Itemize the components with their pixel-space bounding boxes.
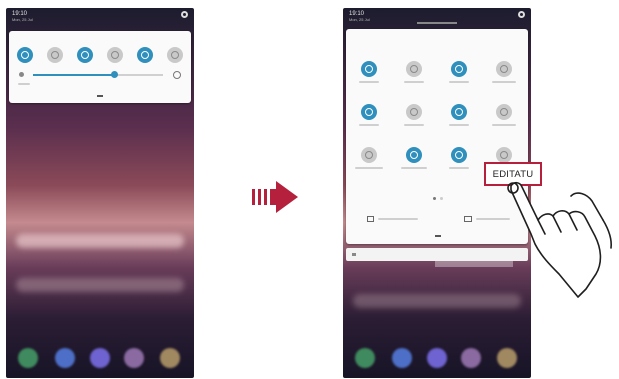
tile-caption — [401, 167, 427, 169]
control-caption — [378, 218, 418, 220]
status-date: Mon, 25 Jul — [12, 17, 33, 22]
phone-screen-before: 19:10 Mon, 25 Jul — [6, 8, 194, 378]
quick-setting-wifi[interactable] — [17, 47, 33, 63]
wallpaper-highlight — [16, 278, 184, 292]
tile-caption — [492, 81, 516, 83]
status-bar: 19:10 Mon, 25 Jul — [6, 8, 194, 24]
brightness-icon — [19, 72, 24, 77]
quick-setting-nfc[interactable] — [496, 104, 512, 120]
brightness-caption — [18, 83, 30, 85]
quick-setting-bluetooth[interactable] — [77, 47, 93, 63]
tile-caption — [359, 124, 379, 126]
quick-setting-sync[interactable] — [451, 147, 467, 163]
quick-setting-sound[interactable] — [47, 47, 63, 63]
quick-setting-location[interactable] — [137, 47, 153, 63]
quick-setting-wifi[interactable] — [361, 61, 377, 77]
brightness-fill — [33, 74, 113, 76]
quick-settings-panel — [9, 31, 191, 103]
dock-app-icon[interactable] — [18, 348, 38, 368]
screen-share-icon[interactable] — [367, 216, 374, 222]
quick-setting-bluetooth[interactable] — [451, 61, 467, 77]
status-date: Mon, 25 Jul — [349, 17, 370, 22]
dock-app-icon[interactable] — [497, 348, 517, 368]
dock-app-icon[interactable] — [160, 348, 180, 368]
media-output-icon[interactable] — [464, 216, 472, 222]
tile-caption — [492, 124, 516, 126]
notch-indicator — [417, 22, 457, 24]
tile-caption — [355, 167, 383, 169]
dock-app-icon[interactable] — [427, 348, 447, 368]
quick-setting-data[interactable] — [406, 147, 422, 163]
quick-setting-rotation[interactable] — [496, 61, 512, 77]
page-indicator-dot — [440, 197, 443, 200]
quick-setting-hotspot[interactable] — [451, 104, 467, 120]
tile-caption — [404, 81, 424, 83]
dock-app-icon[interactable] — [55, 348, 75, 368]
dock-app-icon[interactable] — [90, 348, 110, 368]
quick-setting-location[interactable] — [361, 104, 377, 120]
tile-caption — [449, 167, 469, 169]
wallpaper-highlight — [16, 234, 184, 248]
quick-setting-flashlight[interactable] — [167, 47, 183, 63]
auto-brightness-icon[interactable] — [173, 71, 181, 79]
quick-setting-flashlight[interactable] — [406, 104, 422, 120]
panel-expand-handle[interactable] — [97, 95, 103, 97]
brightness-thumb[interactable] — [111, 71, 118, 78]
dock-app-icon[interactable] — [355, 348, 375, 368]
gear-icon[interactable] — [518, 11, 525, 18]
dock-app-icon[interactable] — [124, 348, 144, 368]
notification-icon — [352, 253, 356, 256]
quick-setting-airplane[interactable] — [361, 147, 377, 163]
page-indicator-dot — [433, 197, 436, 200]
panel-collapse-handle[interactable] — [435, 235, 441, 237]
quick-setting-rotation[interactable] — [107, 47, 123, 63]
quick-setting-sound[interactable] — [406, 61, 422, 77]
gear-icon[interactable] — [181, 11, 188, 18]
pointing-hand-icon — [507, 181, 612, 298]
dock-app-icon[interactable] — [461, 348, 481, 368]
arrow-right-icon — [252, 181, 298, 213]
tile-caption — [359, 81, 379, 83]
tile-caption — [449, 124, 469, 126]
dock-app-icon[interactable] — [392, 348, 412, 368]
tile-caption — [449, 81, 469, 83]
tile-caption — [404, 124, 424, 126]
quick-setting-screenshot[interactable] — [496, 147, 512, 163]
